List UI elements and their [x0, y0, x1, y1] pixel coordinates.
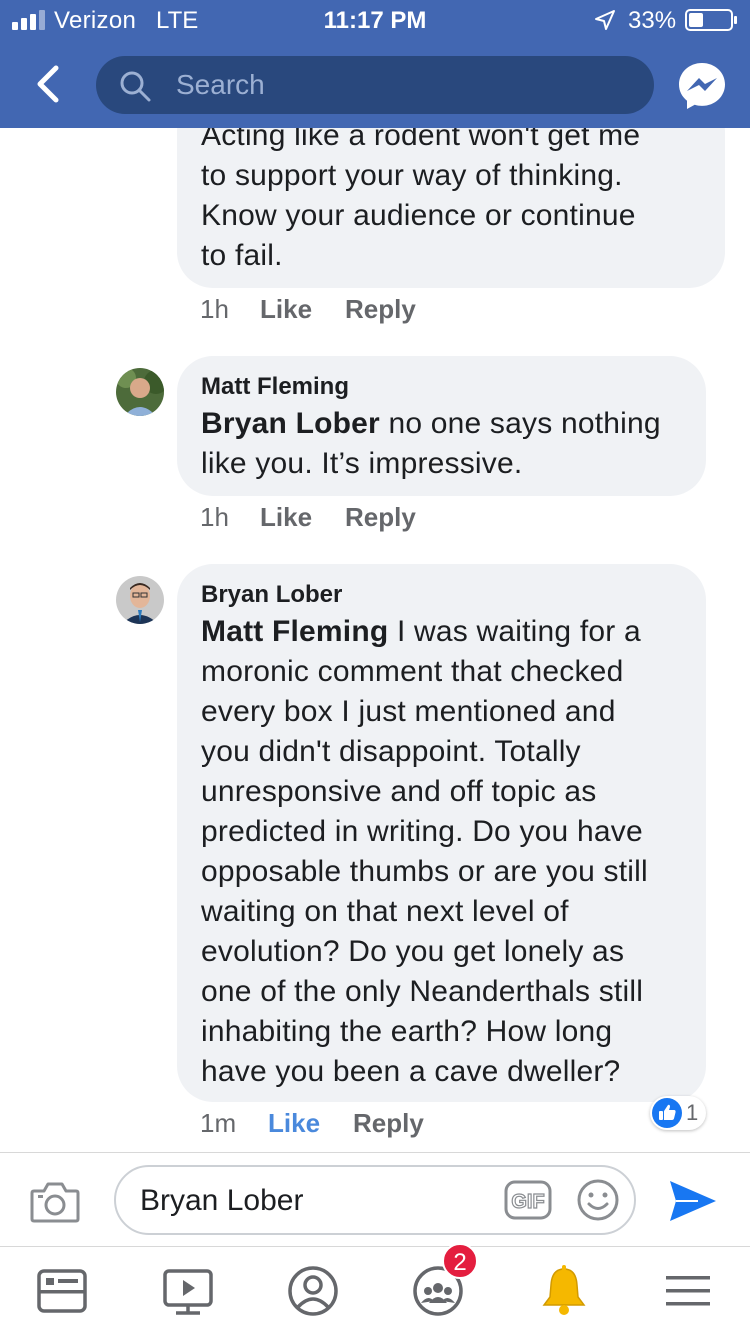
profile-icon[interactable] — [285, 1263, 341, 1319]
reply-button[interactable]: Reply — [345, 502, 416, 533]
search-icon — [120, 71, 151, 102]
like-reaction-icon — [652, 1098, 682, 1128]
camera-icon[interactable] — [30, 1179, 80, 1223]
comment-thread[interactable]: Acting like a rodent won't get me to sup… — [0, 0, 750, 1150]
comment-author[interactable]: Bryan Lober — [201, 578, 682, 612]
reaction-summary[interactable]: 1 — [650, 1096, 707, 1130]
back-arrow-icon[interactable] — [30, 64, 64, 104]
comment-timestamp: 1m — [200, 1108, 237, 1138]
messenger-icon[interactable] — [676, 60, 728, 112]
news-feed-icon[interactable] — [34, 1263, 90, 1319]
comment-text: Bryan Lober no one says nothing like you… — [201, 407, 661, 480]
comment-actions: 1h Like Reply — [200, 294, 600, 326]
like-button[interactable]: Like — [260, 502, 312, 533]
comment-timestamp: 1h — [200, 502, 229, 532]
comment-timestamp: 1h — [200, 294, 229, 324]
comment-input-text: Bryan Lober — [140, 1184, 304, 1217]
mention-tag[interactable]: Bryan Lober — [201, 407, 380, 440]
comment-actions: 1h Like Reply — [200, 502, 600, 534]
search-input[interactable]: Search — [96, 56, 654, 114]
gif-icon[interactable]: GIF — [504, 1180, 552, 1220]
comment-bubble[interactable]: Matt Fleming Bryan Lober no one says not… — [177, 356, 706, 496]
gif-label: GIF — [511, 1191, 544, 1213]
emoji-icon[interactable] — [576, 1178, 620, 1222]
reaction-count: 1 — [686, 1100, 699, 1125]
facebook-comments-screen: Acting like a rodent won't get me to sup… — [0, 0, 750, 1334]
comment-actions: 1m Like Reply — [200, 1108, 600, 1140]
comment-author[interactable]: Matt Fleming — [201, 370, 682, 404]
comment-composer: Bryan Lober GIF — [0, 1152, 750, 1246]
search-placeholder: Search — [176, 69, 265, 100]
reply-button[interactable]: Reply — [345, 294, 416, 325]
notifications-bell-icon[interactable] — [536, 1263, 592, 1319]
avatar-matt-fleming[interactable] — [116, 368, 164, 416]
watch-video-icon[interactable] — [160, 1263, 216, 1319]
comment-text: Matt Fleming I was waiting for a moronic… — [201, 615, 648, 1088]
like-button[interactable]: Like — [268, 1108, 320, 1139]
notification-badge: 2 — [442, 1243, 478, 1279]
status-bar: Verizon LTE 11:17 PM 33% — [0, 0, 750, 42]
battery-icon — [685, 9, 737, 31]
mention-tag[interactable]: Matt Fleming — [201, 615, 388, 648]
like-button[interactable]: Like — [260, 294, 312, 325]
menu-icon[interactable] — [660, 1263, 716, 1319]
avatar-bryan-lober[interactable] — [116, 576, 164, 624]
comment-text: Acting like a rodent won't get me to sup… — [201, 119, 641, 272]
comment-bubble[interactable]: Bryan Lober Matt Fleming I was waiting f… — [177, 564, 706, 1102]
send-icon[interactable] — [668, 1177, 718, 1225]
top-bar: Verizon LTE 11:17 PM 33% Search — [0, 0, 750, 128]
reply-button[interactable]: Reply — [353, 1108, 424, 1139]
battery-percentage: 33% — [628, 7, 677, 34]
comment-input[interactable]: Bryan Lober GIF — [114, 1165, 636, 1235]
location-arrow-icon — [595, 10, 615, 30]
bottom-tab-bar: 2 — [0, 1243, 750, 1334]
